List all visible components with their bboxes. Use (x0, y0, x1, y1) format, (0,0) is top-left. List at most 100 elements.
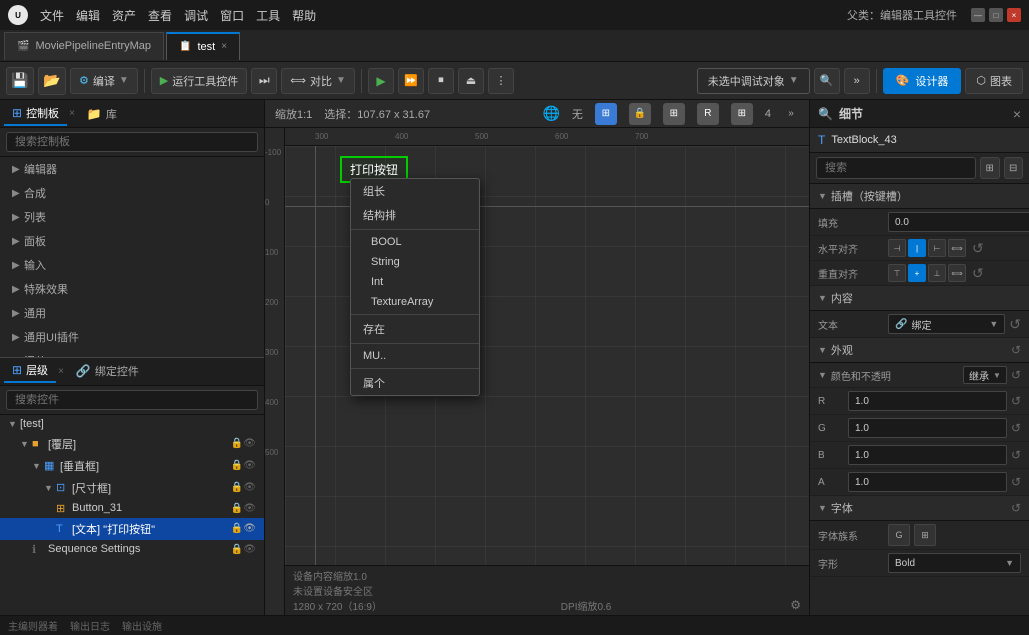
section-content-header[interactable]: ▼ 内容 (810, 286, 1029, 311)
category-ui-plugin[interactable]: ▶ 通用UI插件 (0, 325, 264, 349)
compare-button[interactable]: ⟺ 对比 ▼ (281, 68, 355, 94)
canvas-lock-btn[interactable]: 🔒 (629, 103, 651, 125)
canvas-view-btn1[interactable]: ⊞ (595, 103, 617, 125)
canvas-r-btn[interactable]: R (697, 103, 719, 125)
hier-tab-close[interactable]: × (58, 366, 64, 377)
tree-item-button31[interactable]: ⊞ Button_31 🔒 👁 (0, 499, 264, 518)
color-b-reset[interactable]: ↺ (1011, 448, 1021, 462)
category-composite[interactable]: ▶ 合成 (0, 181, 264, 205)
status-item-2[interactable]: 输出日志 (70, 618, 110, 633)
valign-center-btn[interactable]: + (908, 264, 926, 282)
category-close[interactable]: ▶ 闭节 (0, 349, 264, 357)
canvas-content[interactable]: 300 400 500 600 700 打印按钮 (285, 128, 809, 615)
context-item-int[interactable]: Int (351, 272, 479, 292)
compile-more[interactable]: ▼ (119, 75, 129, 86)
menu-window[interactable]: 窗口 (214, 5, 250, 26)
graph-button[interactable]: ⬡ 图表 (965, 68, 1023, 94)
tab-test-close[interactable]: × (221, 41, 227, 52)
tree-item-sizebox[interactable]: ▼ ⊡ [尺寸框] 🔒 👁 (0, 477, 264, 499)
context-item-texture[interactable]: TextureArray (351, 292, 479, 312)
halign-right-btn[interactable]: ⊢ (928, 239, 946, 257)
context-item-attr[interactable]: 属个 (351, 371, 479, 395)
context-item-string[interactable]: String (351, 252, 479, 272)
halign-fill-btn[interactable]: ⟺ (948, 239, 966, 257)
color-g-input[interactable] (848, 418, 1007, 438)
minimize-button[interactable]: — (971, 8, 985, 22)
details-search-input[interactable] (816, 157, 976, 179)
canvas-grid-btn[interactable]: ⊞ (731, 103, 753, 125)
stop-button[interactable]: ⏹ (428, 68, 454, 94)
category-fx[interactable]: ▶ 特殊效果 (0, 277, 264, 301)
category-input[interactable]: ▶ 输入 (0, 253, 264, 277)
save-button[interactable]: 💾 (6, 67, 34, 95)
valign-bottom-btn[interactable]: ⊥ (928, 264, 946, 282)
debug-target-dropdown[interactable]: 未选中调试对象 ▼ (697, 68, 810, 94)
hierarchy-search-input[interactable] (6, 390, 258, 410)
halign-center-btn[interactable]: | (908, 239, 926, 257)
canvas-view-btn2[interactable]: ⊞ (663, 103, 685, 125)
maximize-button[interactable]: □ (989, 8, 1003, 22)
menu-file[interactable]: 文件 (34, 5, 70, 26)
menu-help[interactable]: 帮助 (286, 5, 322, 26)
valign-top-btn[interactable]: ⊤ (888, 264, 906, 282)
font-style-dropdown[interactable]: Bold ▼ (888, 553, 1021, 573)
halign-left-btn[interactable]: ⊣ (888, 239, 906, 257)
context-item-mu[interactable]: MU.. (351, 346, 479, 366)
status-item-3[interactable]: 输出设施 (122, 618, 162, 633)
category-list[interactable]: ▶ 列表 (0, 205, 264, 229)
control-search-input[interactable] (6, 132, 258, 152)
details-filter-icon[interactable]: ⊟ (1004, 157, 1024, 179)
fast-forward-button[interactable]: ⏩ (398, 68, 424, 94)
font-reset[interactable]: ↺ (1011, 501, 1021, 515)
hierarchy-tab-levels[interactable]: ⊞ 层级 (4, 359, 56, 383)
menu-tools[interactable]: 工具 (250, 5, 286, 26)
font-family-btn1[interactable]: G (888, 524, 910, 546)
panel-tab-close[interactable]: × (69, 108, 75, 119)
menu-assets[interactable]: 资产 (106, 5, 142, 26)
tab-movie[interactable]: 🎬 MoviePipelineEntryMap (4, 32, 164, 60)
prop-padding-input[interactable] (888, 212, 1029, 232)
compare-more[interactable]: ▼ (336, 75, 346, 86)
category-general[interactable]: ▶ 通用 (0, 301, 264, 325)
category-panel[interactable]: ▶ 面板 (0, 229, 264, 253)
play-button[interactable]: ▶ (368, 68, 394, 94)
subsection-font-header[interactable]: ▼ 字体 ↺ (810, 496, 1029, 521)
settings-icon[interactable]: ⚙ (790, 598, 801, 613)
color-b-input[interactable] (848, 445, 1007, 465)
color-reset[interactable]: ↺ (1011, 368, 1021, 382)
valign-fill-btn[interactable]: ⟺ (948, 264, 966, 282)
color-g-reset[interactable]: ↺ (1011, 421, 1021, 435)
subsection-color-header[interactable]: ▼ 颜色和不透明 继承 ▼ ↺ (810, 363, 1029, 388)
context-item-exist[interactable]: 存在 (351, 317, 479, 341)
tab-test[interactable]: 📋 test × (166, 32, 240, 60)
tree-item-test[interactable]: ▼ [test] (0, 415, 264, 433)
details-panel-close[interactable]: × (1013, 106, 1021, 122)
halign-reset[interactable]: ↺ (972, 240, 984, 257)
tree-item-vbox[interactable]: ▼ ▦ [垂直框] 🔒 👁 (0, 455, 264, 477)
appearance-reset[interactable]: ↺ (1011, 343, 1021, 357)
run-button[interactable]: ▶ 运行工具控件 (151, 68, 247, 94)
color-a-reset[interactable]: ↺ (1011, 475, 1021, 489)
color-a-input[interactable] (848, 472, 1007, 492)
panel-tab-controlboard[interactable]: ⊞ 控制板 (4, 102, 67, 126)
tree-item-overlay[interactable]: ▼ ■ [覆层] 🔒 👁 (0, 433, 264, 455)
open-button[interactable]: 📂 (38, 67, 66, 95)
design-button[interactable]: 🎨 设计器 (883, 68, 962, 94)
color-r-input[interactable] (848, 391, 1007, 411)
more-button[interactable]: ⋮ (488, 68, 514, 94)
section-appearance-header[interactable]: ▼ 外观 ↺ (810, 338, 1029, 363)
font-family-btn2[interactable]: ⊞ (914, 524, 936, 546)
inherit-dropdown[interactable]: 继承 ▼ (963, 366, 1007, 384)
menu-view[interactable]: 查看 (142, 5, 178, 26)
canvas-chevron[interactable]: » (783, 103, 799, 125)
context-item-group[interactable]: 组长 (351, 179, 479, 203)
menu-edit[interactable]: 编辑 (70, 5, 106, 26)
tree-item-sequence[interactable]: ℹ Sequence Settings 🔒 👁 (0, 540, 264, 559)
menu-debug[interactable]: 调试 (178, 5, 214, 26)
compile-button[interactable]: ⚙ 编译 ▼ (70, 68, 138, 94)
tree-item-text-selected[interactable]: T [文本] "打印按钮" 🔒 👁 (0, 518, 264, 540)
color-r-reset[interactable]: ↺ (1011, 394, 1021, 408)
details-grid-icon[interactable]: ⊞ (980, 157, 1000, 179)
section-slots-header[interactable]: ▼ 插槽（按键槽） (810, 184, 1029, 209)
find-button[interactable]: 🔍 (814, 68, 840, 94)
